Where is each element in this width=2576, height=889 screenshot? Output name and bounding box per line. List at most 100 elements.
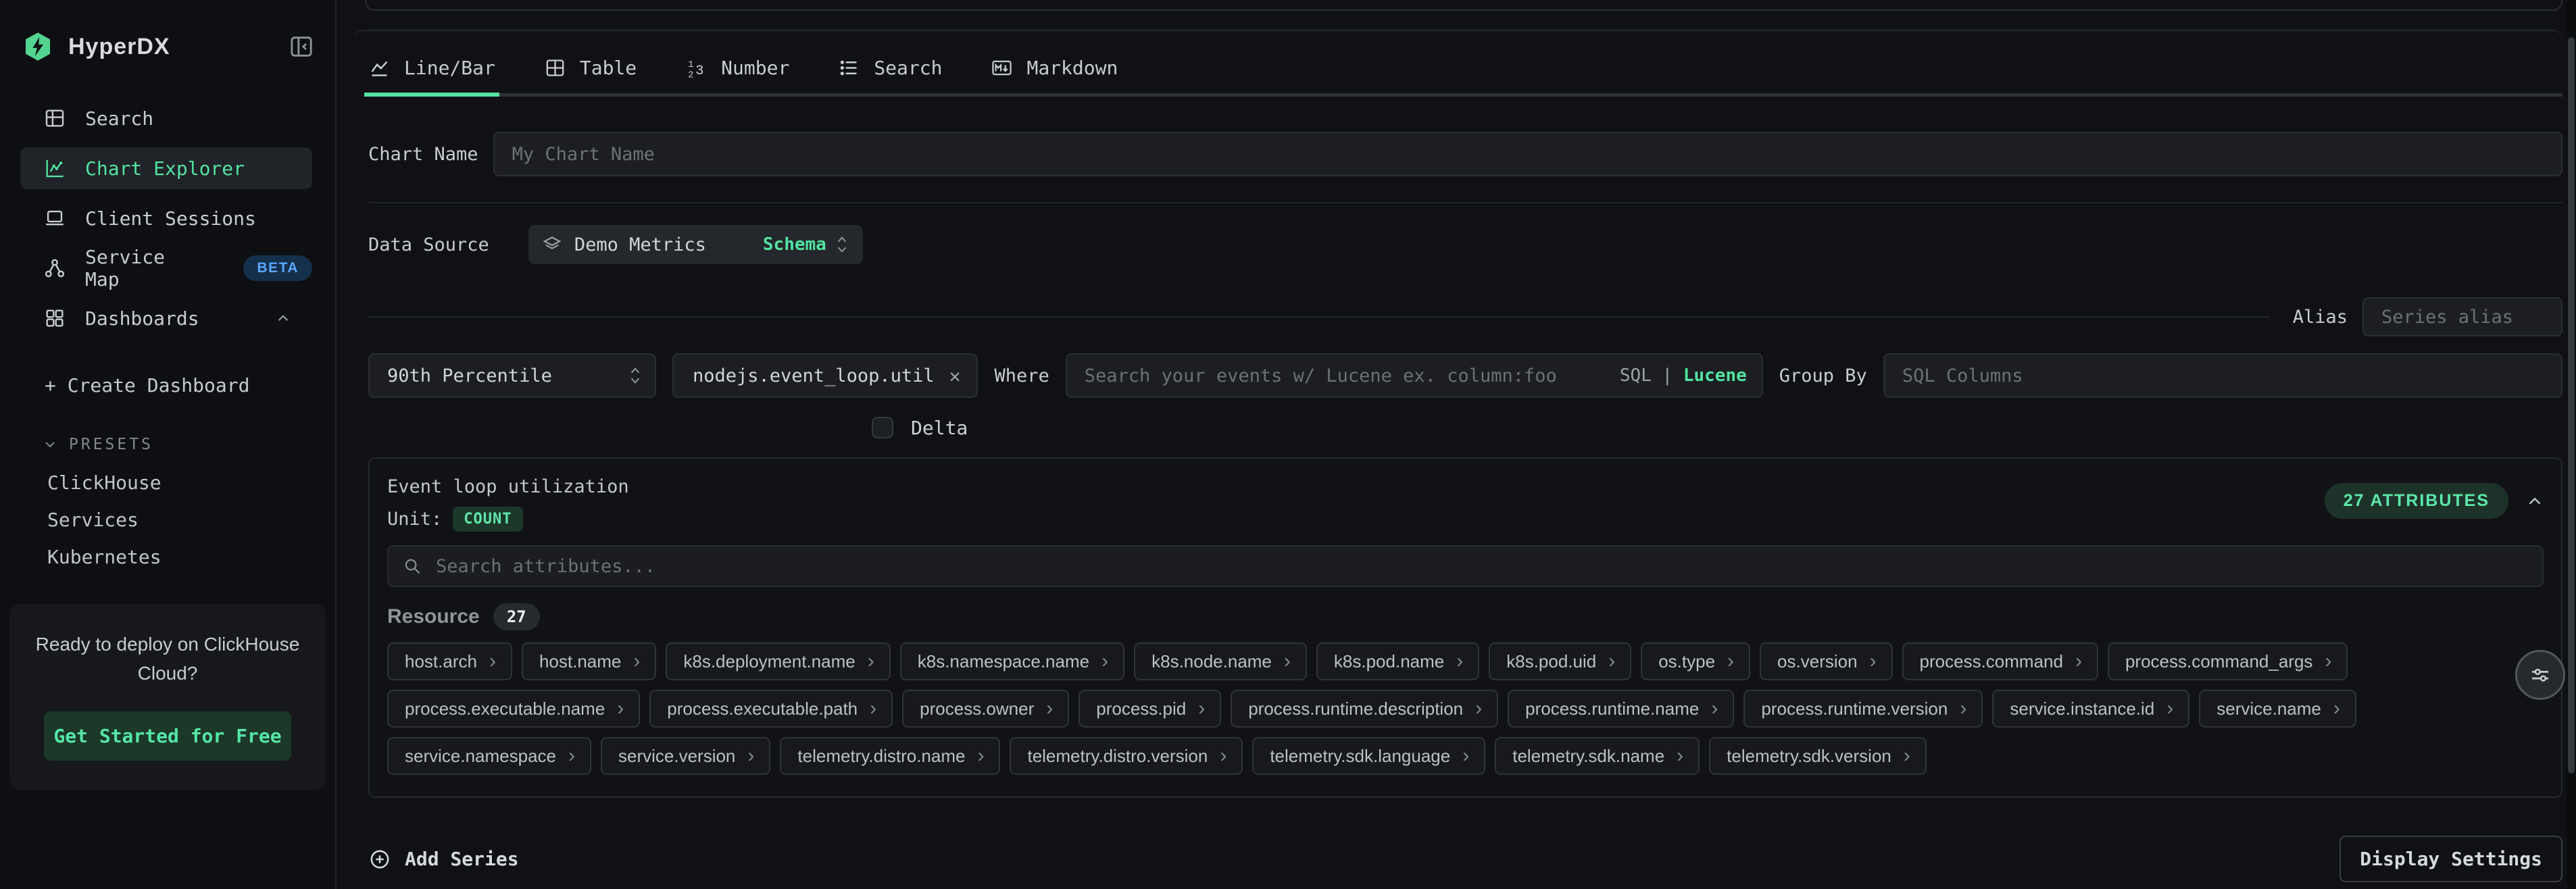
chevron-right-icon: ›	[1960, 698, 1966, 719]
hyperdx-logo-icon	[22, 31, 53, 62]
attribute-chip[interactable]: process.runtime.name ›	[1508, 690, 1734, 728]
attribute-search-input[interactable]	[387, 545, 2544, 587]
sidebar-item[interactable]: Service Map BETA	[20, 247, 312, 289]
chart-settings-fab[interactable]	[2515, 650, 2565, 700]
chevron-right-icon: ›	[1608, 651, 1615, 671]
data-source-select[interactable]: Demo Metrics Schema	[528, 225, 863, 264]
attribute-chip-label: k8s.pod.name	[1334, 651, 1444, 672]
line-bar-icon	[368, 57, 391, 79]
sidebar-nav: Search Chart Explorer Client Sessions	[0, 97, 335, 339]
alias-input[interactable]	[2362, 297, 2562, 336]
data-source-value: Demo Metrics	[574, 234, 706, 255]
chevron-right-icon: ›	[1101, 651, 1108, 671]
attribute-chip-label: telemetry.distro.version	[1027, 746, 1208, 767]
tab[interactable]: Table	[544, 57, 637, 97]
attribute-chip[interactable]: service.instance.id ›	[1992, 690, 2189, 728]
add-series-button[interactable]: Add Series	[368, 848, 519, 871]
chevron-right-icon: ›	[2166, 698, 2173, 719]
attribute-chip[interactable]: process.owner ›	[902, 690, 1069, 728]
group-by-input[interactable]	[1883, 353, 2562, 398]
attribute-chip[interactable]: process.executable.path ›	[649, 690, 893, 728]
tab[interactable]: Markdown	[991, 57, 1118, 97]
chevron-up-icon[interactable]	[272, 309, 295, 327]
metric-chip[interactable]: nodejs.event_loop.util ✕	[672, 353, 978, 398]
attribute-chip[interactable]: telemetry.distro.version ›	[1010, 737, 1243, 775]
attribute-chip-label: k8s.namespace.name	[918, 651, 1089, 672]
scrollbar-thumb[interactable]	[2568, 37, 2575, 773]
attribute-chip[interactable]: host.arch ›	[387, 642, 512, 680]
delta-row: Delta	[872, 415, 2562, 440]
attribute-chip[interactable]: service.namespace ›	[387, 737, 591, 775]
attribute-chip[interactable]: host.name ›	[522, 642, 656, 680]
query-language-toggle[interactable]: SQL | Lucene	[1620, 365, 1747, 386]
tab-label: Line/Bar	[404, 57, 495, 79]
presets-header[interactable]: PRESETS	[0, 436, 335, 453]
attribute-chip[interactable]: telemetry.sdk.version ›	[1709, 737, 1927, 775]
chart-name-input[interactable]	[493, 132, 2562, 176]
tab[interactable]: Line/Bar	[368, 57, 495, 97]
tab[interactable]: Number	[685, 57, 789, 97]
attribute-chip-label: k8s.node.name	[1151, 651, 1272, 672]
data-source-label: Data Source	[368, 234, 489, 255]
attribute-chip[interactable]: k8s.pod.uid ›	[1489, 642, 1631, 680]
sidebar-item[interactable]: Client Sessions	[20, 197, 312, 239]
attribute-chip[interactable]: process.executable.name ›	[387, 690, 640, 728]
attribute-chips: host.arch › host.name › k8s.deployment.n…	[387, 642, 2544, 775]
attribute-chip[interactable]: process.runtime.version ›	[1743, 690, 1983, 728]
attribute-chip[interactable]: os.version ›	[1760, 642, 1893, 680]
tab[interactable]: Search	[838, 57, 942, 97]
resource-count-pill: 27	[493, 603, 540, 630]
sidebar-item[interactable]: Search	[20, 97, 312, 139]
preset-item[interactable]: ClickHouse	[0, 464, 335, 501]
chart-name-row: Chart Name	[368, 132, 2562, 176]
attribute-chip[interactable]: process.command ›	[1902, 642, 2098, 680]
get-started-button[interactable]: Get Started for Free	[44, 711, 291, 761]
attribute-chip[interactable]: service.name ›	[2199, 690, 2356, 728]
chevron-right-icon: ›	[489, 651, 496, 671]
attribute-chip[interactable]: telemetry.sdk.name ›	[1495, 737, 1700, 775]
attributes-panel: Event loop utilization Unit: COUNT 27 AT…	[368, 457, 2562, 798]
chevron-right-icon: ›	[1284, 651, 1291, 671]
attribute-chip-label: process.executable.path	[667, 698, 858, 719]
attribute-chip[interactable]: telemetry.sdk.language ›	[1252, 737, 1485, 775]
attribute-chip[interactable]: process.pid ›	[1079, 690, 1221, 728]
sidebar-item[interactable]: Dashboards	[20, 297, 312, 339]
sql-option[interactable]: SQL	[1620, 365, 1652, 386]
attributes-count-badge[interactable]: 27 ATTRIBUTES	[2325, 483, 2508, 519]
layers-icon	[542, 234, 562, 255]
schema-link[interactable]: Schema	[763, 234, 826, 255]
sidebar-collapse-icon[interactable]	[288, 33, 315, 60]
sidebar-item[interactable]: Chart Explorer	[20, 147, 312, 189]
unit-badge: COUNT	[453, 507, 522, 532]
attribute-chip[interactable]: k8s.namespace.name ›	[900, 642, 1124, 680]
chart-name-label: Chart Name	[368, 144, 478, 165]
attribute-chip[interactable]: os.type ›	[1641, 642, 1750, 680]
delta-checkbox[interactable]	[872, 417, 893, 438]
attribute-chip-label: k8s.pod.uid	[1506, 651, 1596, 672]
attribute-chip[interactable]: telemetry.distro.name ›	[780, 737, 1000, 775]
attribute-chip-label: host.name	[539, 651, 621, 672]
attribute-chip[interactable]: process.command_args ›	[2108, 642, 2348, 680]
attribute-chip[interactable]: service.version ›	[601, 737, 770, 775]
attribute-chip[interactable]: k8s.deployment.name ›	[666, 642, 890, 680]
aggregation-select[interactable]: 90th Percentile	[368, 353, 656, 398]
attribute-chip[interactable]: k8s.pod.name ›	[1316, 642, 1479, 680]
number-icon	[685, 57, 708, 79]
lucene-option[interactable]: Lucene	[1683, 365, 1747, 386]
preset-item[interactable]: Services	[0, 501, 335, 538]
chevron-up-icon[interactable]	[2525, 491, 2545, 511]
create-dashboard-button[interactable]: + Create Dashboard	[0, 374, 335, 397]
display-settings-button[interactable]: Display Settings	[2339, 836, 2562, 882]
tab-label: Number	[721, 57, 789, 79]
attribute-chip[interactable]: k8s.node.name ›	[1134, 642, 1307, 680]
close-icon[interactable]: ✕	[949, 365, 961, 387]
attribute-chip[interactable]: process.runtime.description ›	[1231, 690, 1498, 728]
alias-label: Alias	[2293, 307, 2348, 328]
toggle-divider: |	[1652, 365, 1683, 386]
table-icon	[544, 57, 566, 79]
attribute-chip-label: process.command_args	[2125, 651, 2312, 672]
where-label: Where	[994, 365, 1049, 386]
preset-item[interactable]: Kubernetes	[0, 538, 335, 576]
preset-list: ClickHouse Services Kubernetes	[0, 464, 335, 576]
scrollbar-track[interactable]	[2567, 0, 2576, 889]
